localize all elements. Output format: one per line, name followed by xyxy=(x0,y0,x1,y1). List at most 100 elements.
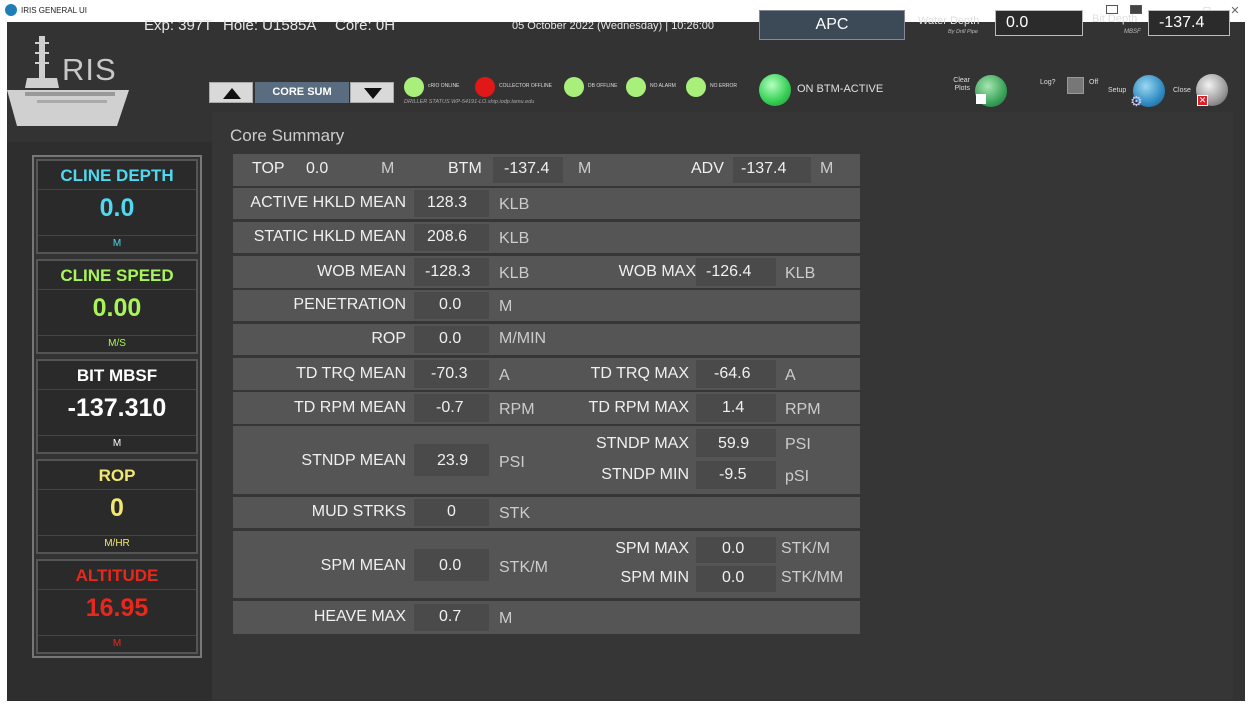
heave-max-value: 0.7 xyxy=(439,608,462,625)
active-hkld-label: ACTIVE HKLD MEAN xyxy=(250,194,406,211)
close-label: Close xyxy=(1173,87,1191,94)
core-label: Core: 0H xyxy=(335,17,396,34)
td-rpm-max-value: 1.4 xyxy=(722,399,745,416)
td-trq-max-label: TD TRQ MAX xyxy=(590,365,689,382)
divider xyxy=(38,289,196,290)
mud-strks-label: MUD STRKS xyxy=(311,503,406,520)
spm-min-label: SPM MIN xyxy=(620,569,689,586)
water-depth-label: Water Depth xyxy=(918,15,980,27)
altitude-value: 16.95 xyxy=(85,594,149,622)
stndp-min-value: -9.5 xyxy=(719,466,747,483)
row-stndp: STNDP MEAN 23.9 PSI STNDP MAX 59.9 PSI S… xyxy=(233,426,860,494)
td-trq-mean-unit: A xyxy=(499,367,510,384)
stndp-max-unit: PSI xyxy=(785,436,811,453)
penetration-unit: M xyxy=(499,298,513,315)
view-selector[interactable]: CORE SUM xyxy=(255,82,349,103)
btm-unit: M xyxy=(578,160,592,177)
wob-mean-value: -128.3 xyxy=(425,263,471,280)
spm-min-value: 0.0 xyxy=(722,569,745,586)
row-penetration: PENETRATION 0.0 M xyxy=(233,290,860,321)
penetration-label: PENETRATION xyxy=(293,296,406,313)
td-rpm-max-unit: RPM xyxy=(785,401,821,418)
altitude-unit: M xyxy=(38,635,196,649)
hole-label: Hole: U1585A xyxy=(223,17,317,34)
status-label: DB OFFLINE xyxy=(588,83,618,89)
mud-strks-value: 0 xyxy=(447,503,456,520)
clear-plots-icon xyxy=(976,94,986,104)
td-rpm-max-label: TD RPM MAX xyxy=(588,399,689,416)
cline-depth-value: 0.0 xyxy=(99,194,135,222)
btm-label: BTM xyxy=(448,160,482,177)
prev-view-button[interactable] xyxy=(209,82,253,103)
stndp-mean-label: STNDP MEAN xyxy=(301,452,406,469)
log-toggle[interactable] xyxy=(1067,77,1084,94)
water-depth-value: 0.0 xyxy=(995,10,1083,36)
cline-depth-unit: M xyxy=(38,235,196,249)
bit-mbsf-header: BIT MBSF xyxy=(76,366,158,385)
heave-max-label: HEAVE MAX xyxy=(313,608,406,625)
altitude-header: ALTITUDE xyxy=(75,566,159,585)
sidebar: CLINE DEPTH 0.0 M CLINE SPEED 0.00 M/S B… xyxy=(32,155,202,658)
cline-speed-box: CLINE SPEED 0.00 M/S xyxy=(36,259,198,354)
wob-max-unit: KLB xyxy=(785,265,816,282)
spm-mean-label: SPM MEAN xyxy=(320,557,406,574)
wob-max-value: -126.4 xyxy=(706,263,752,280)
rop-summary-unit: M/MIN xyxy=(499,330,547,347)
panel-title: Core Summary xyxy=(230,126,345,145)
row-td-rpm: TD RPM MEAN -0.7 RPM TD RPM MAX 1.4 RPM xyxy=(233,392,860,424)
datetime: 05 October 2022 (Wednesday) | 10:26:00 xyxy=(512,20,715,32)
heave-max-unit: M xyxy=(499,610,513,627)
log-label: Log? xyxy=(1040,79,1056,86)
driller-status: DRILLER STATUS WP-54191-LO.ship.iodp.tam… xyxy=(404,99,535,105)
bit-depth-label: Bit Depth xyxy=(1092,13,1138,25)
bit-mbsf-unit: M xyxy=(38,435,196,449)
stndp-min-label: STNDP MIN xyxy=(601,466,689,483)
bit-depth-value: -137.4 xyxy=(1148,10,1230,36)
stndp-min-unit: pSI xyxy=(785,468,810,485)
spm-max-unit: STK/M xyxy=(781,540,830,557)
close-x-icon: ✕ xyxy=(1197,95,1208,106)
triangle-up-icon xyxy=(223,88,241,99)
adv-label: ADV xyxy=(691,160,724,177)
stndp-mean-unit: PSI xyxy=(499,454,525,471)
spm-min-unit: STK/MM xyxy=(781,569,844,586)
divider xyxy=(38,489,196,490)
rop-header: ROP xyxy=(98,466,136,485)
water-depth-sub: By Drill Pipe xyxy=(948,29,978,35)
top-label: TOP xyxy=(252,160,285,177)
row-heave: HEAVE MAX 0.7 M xyxy=(233,601,860,634)
app-icon xyxy=(5,4,17,16)
apc-indicator[interactable]: APC xyxy=(759,10,905,40)
iris-logo: RIS xyxy=(7,30,129,142)
app-window: IRIS GENERAL UI – □ ✕ RIS Exp: 397T Hole… xyxy=(0,0,1252,713)
top-unit: M xyxy=(381,160,395,177)
static-hkld-value: 208.6 xyxy=(427,228,468,245)
on-btm-label: ON BTM-ACTIVE xyxy=(797,83,884,95)
stndp-max-value: 59.9 xyxy=(718,435,750,452)
td-rpm-mean-value: -0.7 xyxy=(436,399,464,416)
static-hkld-unit: KLB xyxy=(499,230,530,247)
static-hkld-label: STATIC HKLD MEAN xyxy=(253,228,406,245)
row-mud-strks: MUD STRKS 0 STK xyxy=(233,497,860,528)
next-view-button[interactable] xyxy=(350,82,394,103)
rop-value: 0 xyxy=(110,494,124,522)
status-dot-icon xyxy=(686,77,706,97)
log-state: Off xyxy=(1089,79,1099,86)
penetration-value: 0.0 xyxy=(439,296,462,313)
bit-depth-sub: MBSF xyxy=(1124,29,1141,35)
setup-label: Setup xyxy=(1108,87,1127,94)
cline-depth-header: CLINE DEPTH xyxy=(60,166,174,185)
altitude-box: ALTITUDE 16.95 M xyxy=(36,559,198,654)
td-rpm-mean-label: TD RPM MEAN xyxy=(294,399,406,416)
gear-icon: ⚙ xyxy=(1130,93,1143,109)
rop-unit: M/HR xyxy=(38,535,196,549)
row-wob: WOB MEAN -128.3 KLB WOB MAX -126.4 KLB xyxy=(233,256,860,288)
rop-summary-value: 0.0 xyxy=(439,330,462,347)
stndp-mean-value: 23.9 xyxy=(437,452,469,469)
cline-speed-unit: M/S xyxy=(38,335,196,349)
wob-max-label: WOB MAX xyxy=(618,263,696,280)
btm-value: -137.4 xyxy=(504,160,550,177)
td-trq-mean-label: TD TRQ MEAN xyxy=(296,365,406,382)
status-label: COLLECTOR OFFLINE xyxy=(499,83,552,89)
td-rpm-mean-unit: RPM xyxy=(499,401,535,418)
